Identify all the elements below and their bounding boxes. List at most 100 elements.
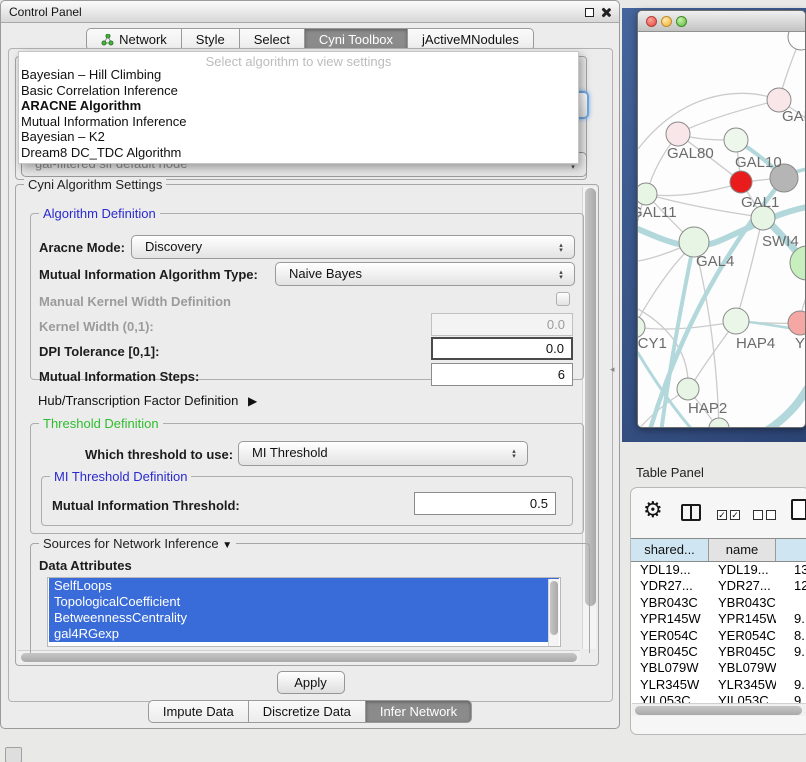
data-attributes-list[interactable]: SelfLoopsTopologicalCoefficientBetweenne… — [47, 577, 561, 647]
network-node[interactable] — [723, 308, 749, 334]
bottom-tab-discretize-data[interactable]: Discretize Data — [249, 700, 366, 723]
column-header[interactable]: name — [709, 539, 776, 561]
table-cell: YIL053C — [709, 693, 776, 703]
tab-label: Impute Data — [163, 704, 234, 719]
network-node[interactable] — [638, 183, 657, 205]
scrollbar-thumb[interactable] — [635, 706, 802, 715]
export-table-icon[interactable] — [791, 499, 806, 520]
aracne-mode-combo[interactable]: Discovery ▴▾ — [131, 235, 575, 259]
list-vertical-scrollbar[interactable] — [548, 579, 559, 647]
kernel-width-field[interactable]: 0.0 — [431, 313, 573, 336]
node-label: SWI4 — [762, 233, 799, 250]
attribute-item[interactable]: SelfLoops — [49, 578, 559, 594]
dpi-tolerance-label: DPI Tolerance [0,1]: — [39, 344, 159, 359]
table-cell: YBR043C — [709, 595, 776, 611]
tab-label: Network — [119, 32, 167, 47]
algorithm-option[interactable]: ARACNE Algorithm — [19, 98, 578, 114]
table-row[interactable]: YDR27...YDR27...12 — [631, 578, 806, 594]
table-cell: YBR043C — [631, 595, 709, 611]
tab-label: Infer Network — [380, 704, 457, 719]
algorithm-option[interactable]: Bayesian – K2 — [19, 129, 578, 145]
algorithm-option[interactable]: Basic Correlation Inference — [19, 83, 578, 99]
table-row[interactable]: YBL079WYBL079W — [631, 660, 806, 676]
manual-kernel-checkbox[interactable] — [556, 292, 570, 306]
table-row[interactable]: YLR345WYLR345W9. — [631, 677, 806, 693]
cyni-algorithm-settings-groupbox: Cyni Algorithm Settings Algorithm Defini… — [15, 184, 599, 666]
control-panel-title: Control Panel — [9, 1, 82, 23]
table-row[interactable]: YER054CYER054C8. — [631, 628, 806, 644]
sources-title[interactable]: Sources for Network Inference ▼ — [39, 536, 236, 551]
table-horizontal-scrollbar[interactable] — [632, 703, 806, 716]
screen: Control Panel Network Style Select Cyni Too… — [0, 0, 806, 762]
network-node[interactable] — [788, 32, 806, 50]
close-icon[interactable] — [600, 7, 611, 18]
mi-steps-field[interactable]: 6 — [431, 363, 573, 386]
stepper-arrows-icon: ▴▾ — [554, 239, 568, 256]
tab-label: Cyni Toolbox — [319, 32, 393, 47]
column-header[interactable] — [776, 539, 806, 561]
column-header[interactable]: shared... — [631, 539, 709, 561]
data-attributes-label: Data Attributes — [39, 558, 132, 573]
table-row[interactable]: YPR145WYPR145W9. — [631, 611, 806, 627]
table-row[interactable]: YDL19...YDL19...13 — [631, 562, 806, 578]
attribute-item[interactable]: TopologicalCoefficient — [49, 594, 559, 610]
network-canvas[interactable]: GALGAL80GAL10GAL1GAL11SWI4GAL4GCY1HAP4YH… — [638, 32, 805, 427]
select-all-checkbox-icon[interactable]: ✓ — [717, 510, 727, 520]
table-panel-title: Table Panel — [636, 465, 704, 480]
mi-threshold-field[interactable]: 0.5 — [414, 492, 556, 515]
network-node[interactable] — [788, 311, 806, 335]
algorithm-option[interactable]: Dream8 DC_TDC Algorithm — [19, 145, 578, 161]
splitpane-collapse-icon[interactable]: ◂ — [610, 364, 615, 375]
attribute-item[interactable]: gal4RGexp — [49, 626, 559, 642]
collapsed-arrow-icon: ▶ — [248, 394, 257, 408]
select-all-checkbox-icon[interactable]: ✓ — [730, 510, 740, 520]
network-node[interactable] — [730, 171, 752, 193]
network-window-titlebar[interactable] — [638, 11, 805, 32]
attribute-item[interactable]: BetweennessCentrality — [49, 610, 559, 626]
minimized-panel-icon[interactable] — [5, 747, 22, 762]
table-header-row: shared...name — [631, 538, 806, 562]
table-row[interactable]: YBR043CYBR043C — [631, 595, 806, 611]
zoom-traffic-light-icon[interactable] — [676, 16, 687, 27]
scrollbar-thumb[interactable] — [21, 653, 577, 662]
table-cell: 12 — [776, 578, 806, 594]
mi-type-value: Naive Bayes — [289, 266, 362, 281]
scrollbar-thumb[interactable] — [550, 581, 558, 635]
table-rows: YDL19...YDL19...13YDR27...YDR27...12YBR0… — [631, 562, 806, 703]
bottom-tab-infer-network[interactable]: Infer Network — [366, 700, 472, 723]
mi-threshold-label: Mutual Information Threshold: — [52, 498, 240, 513]
column-browser-icon[interactable] — [681, 504, 701, 521]
table-cell: YER054C — [631, 628, 709, 644]
tab-label: Select — [254, 32, 290, 47]
network-graph[interactable]: GALGAL80GAL10GAL1GAL11SWI4GAL4GCY1HAP4YH… — [638, 32, 806, 428]
which-threshold-value: MI Threshold — [252, 445, 328, 460]
mi-algorithm-type-combo[interactable]: Naive Bayes ▴▾ — [275, 262, 575, 286]
tab-label: Discretize Data — [263, 704, 351, 719]
deselect-all-checkbox-icon[interactable] — [766, 510, 776, 520]
apply-button[interactable]: Apply — [277, 671, 345, 694]
table-row[interactable]: YBR045CYBR045C9. — [631, 644, 806, 660]
gear-icon[interactable]: ⚙ — [643, 497, 663, 523]
close-traffic-light-icon[interactable] — [646, 16, 657, 27]
table-cell: 13 — [776, 562, 806, 578]
node-label: GAL10 — [735, 154, 782, 171]
dpi-tolerance-field[interactable]: 0.0 — [431, 337, 573, 360]
table-panel: ⚙ ✓ ✓ shared...name YDL19...YDL19...13YD… — [630, 487, 806, 735]
network-node[interactable] — [677, 378, 699, 400]
algorithm-option[interactable]: Bayesian – Hill Climbing — [19, 67, 578, 83]
minimize-traffic-light-icon[interactable] — [661, 16, 672, 27]
float-window-icon[interactable] — [585, 8, 594, 17]
tab-label: Style — [196, 32, 225, 47]
network-node[interactable] — [666, 122, 690, 146]
bottom-tab-impute-data[interactable]: Impute Data — [148, 700, 249, 723]
table-row[interactable]: YIL053CYIL053C9. — [631, 693, 806, 703]
which-threshold-label: Which threshold to use: — [85, 447, 233, 462]
deselect-all-checkbox-icon[interactable] — [753, 510, 763, 520]
network-node[interactable] — [724, 128, 748, 152]
tab-label: jActiveMNodules — [422, 32, 519, 47]
sources-title-text: Sources for Network Inference — [43, 536, 219, 551]
which-threshold-combo[interactable]: MI Threshold ▴▾ — [238, 441, 528, 466]
hub-definition-toggle[interactable]: Hub/Transcription Factor Definition ▶ — [38, 393, 257, 408]
table-cell: 9. — [776, 611, 806, 627]
algorithm-option[interactable]: Mutual Information Inference — [19, 114, 578, 130]
